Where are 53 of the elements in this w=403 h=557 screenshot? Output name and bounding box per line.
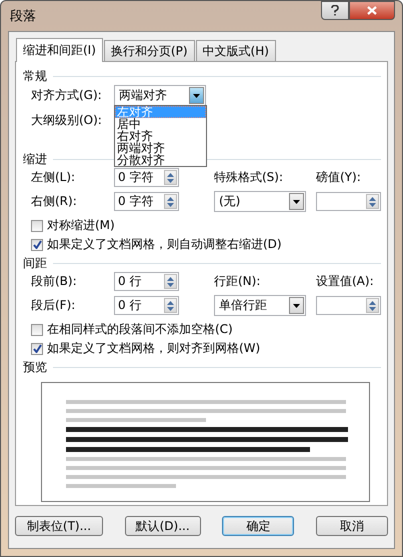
checkbox-label[interactable]: 在相同样式的段落间不添加空格(C)	[47, 321, 233, 338]
section-title: 预览	[23, 358, 47, 376]
field-label: 设置值(A):	[316, 273, 375, 290]
field-label: 特殊格式(S):	[214, 169, 284, 186]
field-label: 磅值(Y):	[316, 169, 362, 186]
spin-field[interactable]: 0 行	[114, 296, 179, 315]
checkbox[interactable]	[31, 238, 43, 250]
close-button[interactable]	[349, 1, 395, 20]
field-label: 大纲级别(O):	[31, 112, 103, 129]
dropdown-option[interactable]: 两端对齐	[115, 142, 206, 154]
field-label: 对齐方式(G):	[31, 87, 103, 104]
field-label: 段后(F):	[31, 297, 76, 314]
checkbox[interactable]	[31, 342, 43, 354]
dialog-button[interactable]: 默认(D)...	[124, 516, 201, 536]
spin-field[interactable]: 0 字符	[114, 168, 179, 187]
dialog-button[interactable]: 确定	[222, 516, 294, 536]
dropdown[interactable]: 两端对齐	[114, 85, 206, 106]
dropdown[interactable]: 单倍行距	[214, 295, 306, 316]
field-label: 右侧(R):	[31, 193, 78, 210]
field-label: 行距(N):	[214, 273, 262, 290]
section-title: 间距	[23, 254, 47, 272]
spin-field[interactable]: 0 字符	[114, 192, 179, 211]
field-label: 段前(B):	[31, 273, 78, 290]
dialog-button[interactable]: 制表位(T)...	[15, 516, 103, 536]
tab[interactable]: 缩进和间距(I)	[16, 38, 103, 62]
dropdown-option[interactable]: 居中	[115, 118, 206, 130]
field-label: 左侧(L):	[31, 169, 76, 186]
spin-buttons[interactable]	[164, 298, 177, 313]
help-button[interactable]	[321, 1, 349, 20]
dropdown-option[interactable]: 右对齐	[115, 130, 206, 142]
spin-buttons[interactable]	[366, 298, 379, 313]
tab[interactable]: 换行和分页(P)	[104, 40, 195, 61]
spin-buttons[interactable]	[164, 274, 177, 289]
tab[interactable]: 中文版式(H)	[196, 40, 276, 61]
spin-buttons[interactable]	[164, 170, 177, 185]
section-title: 缩进	[23, 150, 47, 168]
section-title: 常规	[23, 68, 47, 84]
spin-buttons[interactable]	[366, 194, 379, 209]
spin-buttons[interactable]	[164, 194, 177, 209]
window-title: 段落	[9, 8, 36, 25]
checkbox-label[interactable]: 如果定义了文档网格，则对齐到网格(W)	[47, 340, 260, 357]
dropdown[interactable]: (无)	[214, 191, 306, 212]
checkbox[interactable]	[31, 220, 43, 232]
spin-field[interactable]	[316, 296, 381, 315]
spin-field[interactable]	[316, 192, 381, 211]
question-mark-icon	[331, 5, 339, 16]
spin-field[interactable]: 0 行	[114, 272, 179, 291]
checkbox-label[interactable]: 对称缩进(M)	[47, 217, 115, 234]
close-icon	[367, 6, 377, 15]
checkbox[interactable]	[31, 324, 43, 336]
checkbox-label[interactable]: 如果定义了文档网格，则自动调整右缩进(D)	[47, 236, 282, 253]
dropdown-option[interactable]: 分散对齐	[115, 154, 206, 166]
dialog-button[interactable]: 取消	[316, 516, 388, 536]
